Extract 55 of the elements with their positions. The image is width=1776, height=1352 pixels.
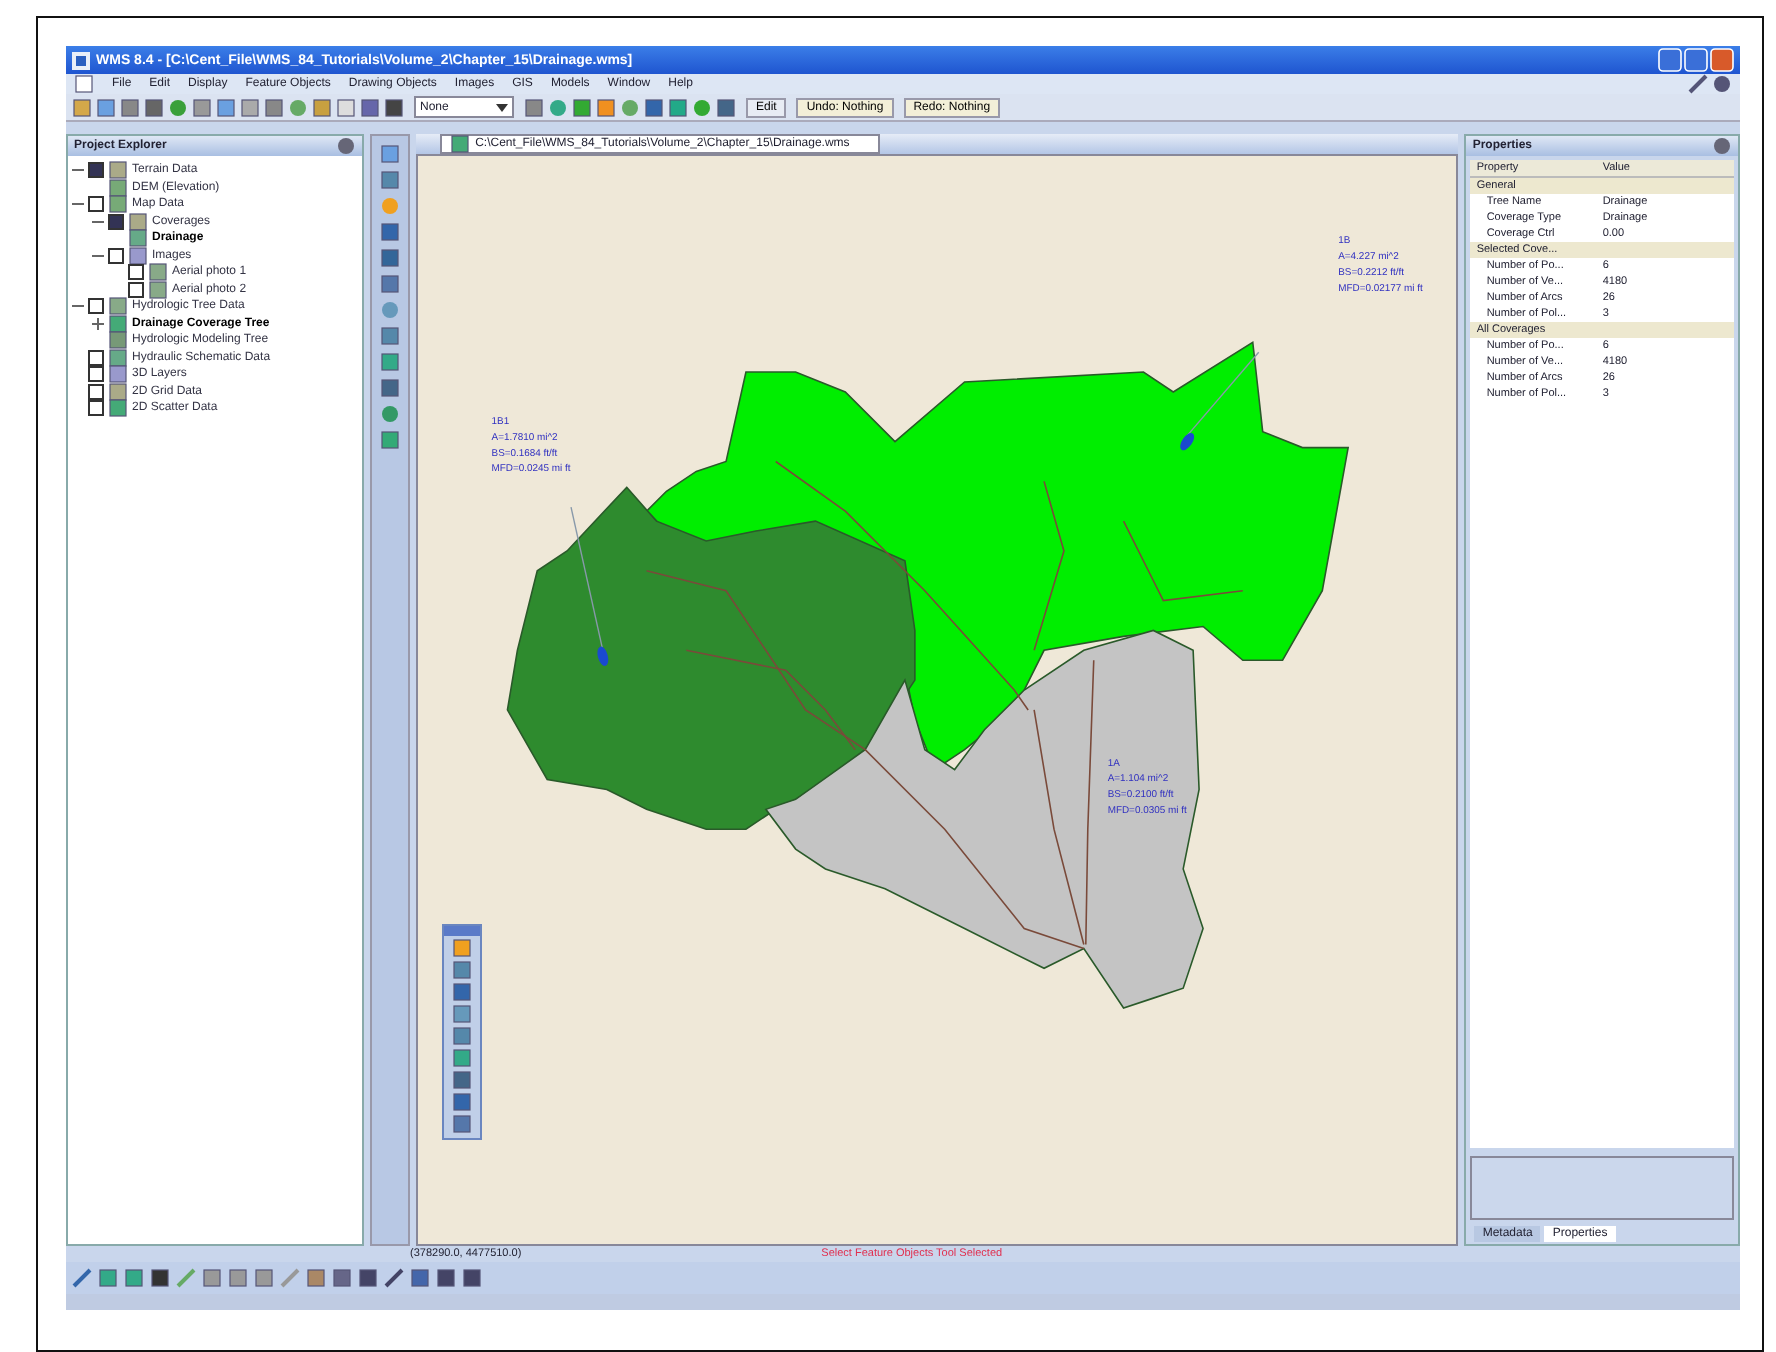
collapse-icon[interactable] [92,249,104,262]
tree-item-icon[interactable] [128,228,148,249]
checkbox[interactable] [88,383,104,400]
tool-icon[interactable] [451,960,472,980]
tree-item-icon[interactable] [108,313,128,334]
tool-icon[interactable] [379,274,400,294]
tool-icon[interactable] [379,430,400,450]
tree-item-icon[interactable] [108,398,128,419]
checkbox[interactable] [108,213,124,230]
collapse-icon[interactable] [72,164,84,177]
collapse-icon[interactable] [72,300,84,313]
tool-icon[interactable] [379,144,400,164]
checkbox[interactable] [128,281,144,298]
checkbox[interactable] [88,162,104,179]
caret-icon [496,101,508,113]
tree-item-icon[interactable] [108,347,128,368]
expand-icon[interactable] [92,317,104,330]
checkbox[interactable] [88,196,104,213]
tree-item-icon[interactable] [128,245,148,266]
document-icon[interactable] [74,74,94,94]
tool-icon[interactable] [451,938,472,958]
checkbox[interactable] [88,366,104,383]
tool-icon[interactable] [451,1070,472,1090]
tree-item-icon[interactable] [108,364,128,385]
tool-icon[interactable] [451,1114,472,1134]
outlet-marker [1179,433,1194,451]
outlet-marker [596,646,608,666]
checkbox[interactable] [108,247,124,264]
tool-icon[interactable] [451,1026,472,1046]
tree-item-icon[interactable] [108,177,128,198]
tree-item-icon[interactable] [128,211,148,232]
document-icon[interactable] [449,134,470,154]
minimize-icon[interactable] [1688,74,1708,94]
tool-icon[interactable] [451,1004,472,1024]
tree-item-icon[interactable] [108,194,128,215]
tool-icon[interactable] [379,378,400,398]
collapse-icon[interactable] [72,198,84,211]
tool-icon[interactable] [379,170,400,190]
checkbox[interactable] [128,264,144,281]
maximize-icon[interactable] [1684,48,1708,72]
tool-icon[interactable] [451,1092,472,1112]
checkbox[interactable] [88,349,104,366]
collapse-icon[interactable] [92,215,104,228]
tool-icon[interactable] [451,982,472,1002]
checkbox[interactable] [88,400,104,417]
tree-item-icon[interactable] [108,330,128,351]
tool-icon[interactable] [379,326,400,346]
tool-icon[interactable] [451,1048,472,1068]
app-icon [72,51,90,69]
tool-icon[interactable] [379,222,400,242]
tree-item-icon[interactable] [108,381,128,402]
leader-line [1185,351,1259,437]
checkbox[interactable] [88,298,104,315]
tool-icon[interactable] [379,248,400,268]
tool-icon[interactable] [379,352,400,372]
